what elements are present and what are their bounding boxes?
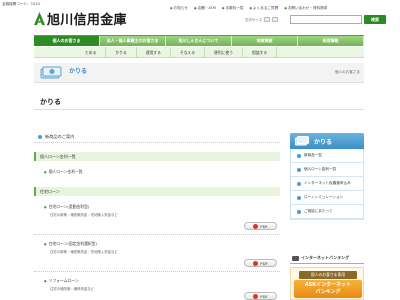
nav-business[interactable]: 法人・個人事業主のお客さま: [100, 36, 166, 46]
reform-loan-desc: 住宅の増改築・補修資金など: [50, 287, 95, 291]
sidebar-item-loan-simulation[interactable]: ローンシミュレーション: [291, 191, 363, 205]
pdf-icon: [253, 260, 259, 266]
group-header-housing: 住宅ローン: [34, 187, 280, 196]
link-housing-fixed[interactable]: 住宅ローン(固定金利選択型): [44, 241, 97, 247]
link-reform-loan[interactable]: リフォームローン: [44, 278, 79, 284]
pdf-icon: [253, 293, 259, 299]
toplink-faq[interactable]: よくあるご質問: [249, 6, 278, 11]
logo-mark-icon: [34, 12, 45, 25]
pdf-button[interactable]: PDF: [244, 259, 277, 267]
divider: [34, 271, 280, 272]
font-size-control: 文字サイズ: [245, 17, 278, 22]
banner-title: かりる: [69, 68, 88, 75]
nav-community[interactable]: 地域貢献: [232, 36, 298, 46]
font-size-label: 文字サイズ: [245, 18, 262, 22]
top-links: お知らせ 店舗・ATM 手数料一覧 よくあるご質問 お問い合わせ・資料請求: [170, 6, 328, 11]
search-input[interactable]: [290, 15, 362, 24]
monitor-icon: [292, 255, 299, 261]
housing-fixed-desc: 住宅の新築・増改築資金・宅地購入資金など: [50, 250, 118, 254]
sidebar-item-consultation[interactable]: ご相談にあたって: [291, 205, 363, 219]
toplink-atm[interactable]: 店舗・ATM: [194, 6, 216, 11]
internet-banking-box: 個人のお客さま専用 ASKインターネット バンキング: [290, 267, 364, 300]
page-title: かりる: [40, 98, 61, 106]
search-button[interactable]: 検索: [364, 15, 386, 24]
sidebar-item-online-screening[interactable]: インターネット仮審査申込み: [291, 177, 363, 191]
pdf-button[interactable]: PDF: [244, 292, 277, 300]
nav-about[interactable]: 旭川しんきんについて: [166, 36, 232, 46]
housing-variable-desc: 住宅の新築・増改築資金・宅地購入資金など: [50, 213, 118, 217]
logo-name: 旭川信用金庫: [47, 13, 127, 28]
page-header: かりる: [34, 92, 364, 110]
internet-banking-heading: インターネットバンキング: [290, 253, 364, 264]
bullet-icon: [297, 181, 301, 186]
money-icon: [295, 136, 309, 146]
nav-personal[interactable]: 個人のお客さま: [34, 36, 100, 46]
subnav-consult[interactable]: 相談する: [243, 47, 278, 57]
primary-nav: 個人のお客さま 法人・個人事業主のお客さま 旭川しんきんについて 地域貢献 採用…: [34, 35, 364, 46]
ib-personal-label: 個人のお客さま専用: [299, 271, 357, 279]
sidebar: かりる 新商品一覧 個人ローン金利一覧 インターネット仮審査申込み ローンシミュ…: [290, 133, 364, 220]
sidebar-list: 新商品一覧 個人ローン金利一覧 インターネット仮審査申込み ローンシミュレーショ…: [290, 149, 364, 220]
money-icon: [40, 66, 62, 79]
subnav-invest[interactable]: 運用する: [137, 47, 171, 57]
subnav-insure[interactable]: そなえる: [171, 47, 206, 57]
bullet-icon: [297, 195, 301, 200]
font-size-large-button[interactable]: [271, 17, 278, 22]
sidebar-header: かりる: [290, 133, 364, 149]
bank-code: 金融機関コード：1020: [2, 2, 40, 6]
bullet-icon: [297, 209, 301, 214]
bullet-icon: [297, 167, 301, 172]
category-banner: かりる 個人のお客さま: [34, 63, 364, 83]
pdf-icon: [253, 223, 259, 229]
link-housing-variable[interactable]: 住宅ローン(変動金利型): [44, 204, 90, 210]
toplink-news[interactable]: お知らせ: [170, 6, 188, 11]
section-title: 新商品のご案内: [45, 134, 75, 139]
bullet-icon: [38, 135, 42, 139]
divider: [34, 234, 280, 235]
secondary-nav: ためる かりる 運用する そなえる 便利に使う 相談する: [34, 47, 364, 58]
pdf-button[interactable]: PDF: [244, 222, 277, 230]
divider: [34, 142, 280, 143]
sidebar-title: かりる: [314, 139, 333, 146]
toplink-fees[interactable]: 手数料一覧: [222, 6, 243, 11]
subnav-save[interactable]: ためる: [76, 47, 107, 57]
bullet-icon: [297, 153, 301, 158]
section-heading: 新商品のご案内: [38, 134, 74, 140]
sidebar-item-loan-rates[interactable]: 個人ローン金利一覧: [291, 163, 363, 177]
toplink-contact[interactable]: お問い合わせ・資料請求: [284, 6, 328, 11]
nav-recruit[interactable]: 採用情報: [298, 36, 364, 46]
breadcrumb[interactable]: 個人のお客さま: [335, 70, 360, 75]
group-header-rates: 個人ローン金利一覧: [34, 152, 280, 161]
link-loan-rates[interactable]: 個人ローン金利一覧: [44, 169, 83, 175]
ask-internet-banking-button[interactable]: ASKインターネット バンキング: [294, 280, 362, 298]
subnav-borrow[interactable]: かりる: [106, 47, 137, 57]
font-size-small-button[interactable]: [263, 17, 270, 22]
logo[interactable]: 旭川信用金庫: [34, 9, 127, 28]
sidebar-item-new-products[interactable]: 新商品一覧: [291, 149, 363, 163]
subnav-convenient[interactable]: 便利に使う: [205, 47, 244, 57]
